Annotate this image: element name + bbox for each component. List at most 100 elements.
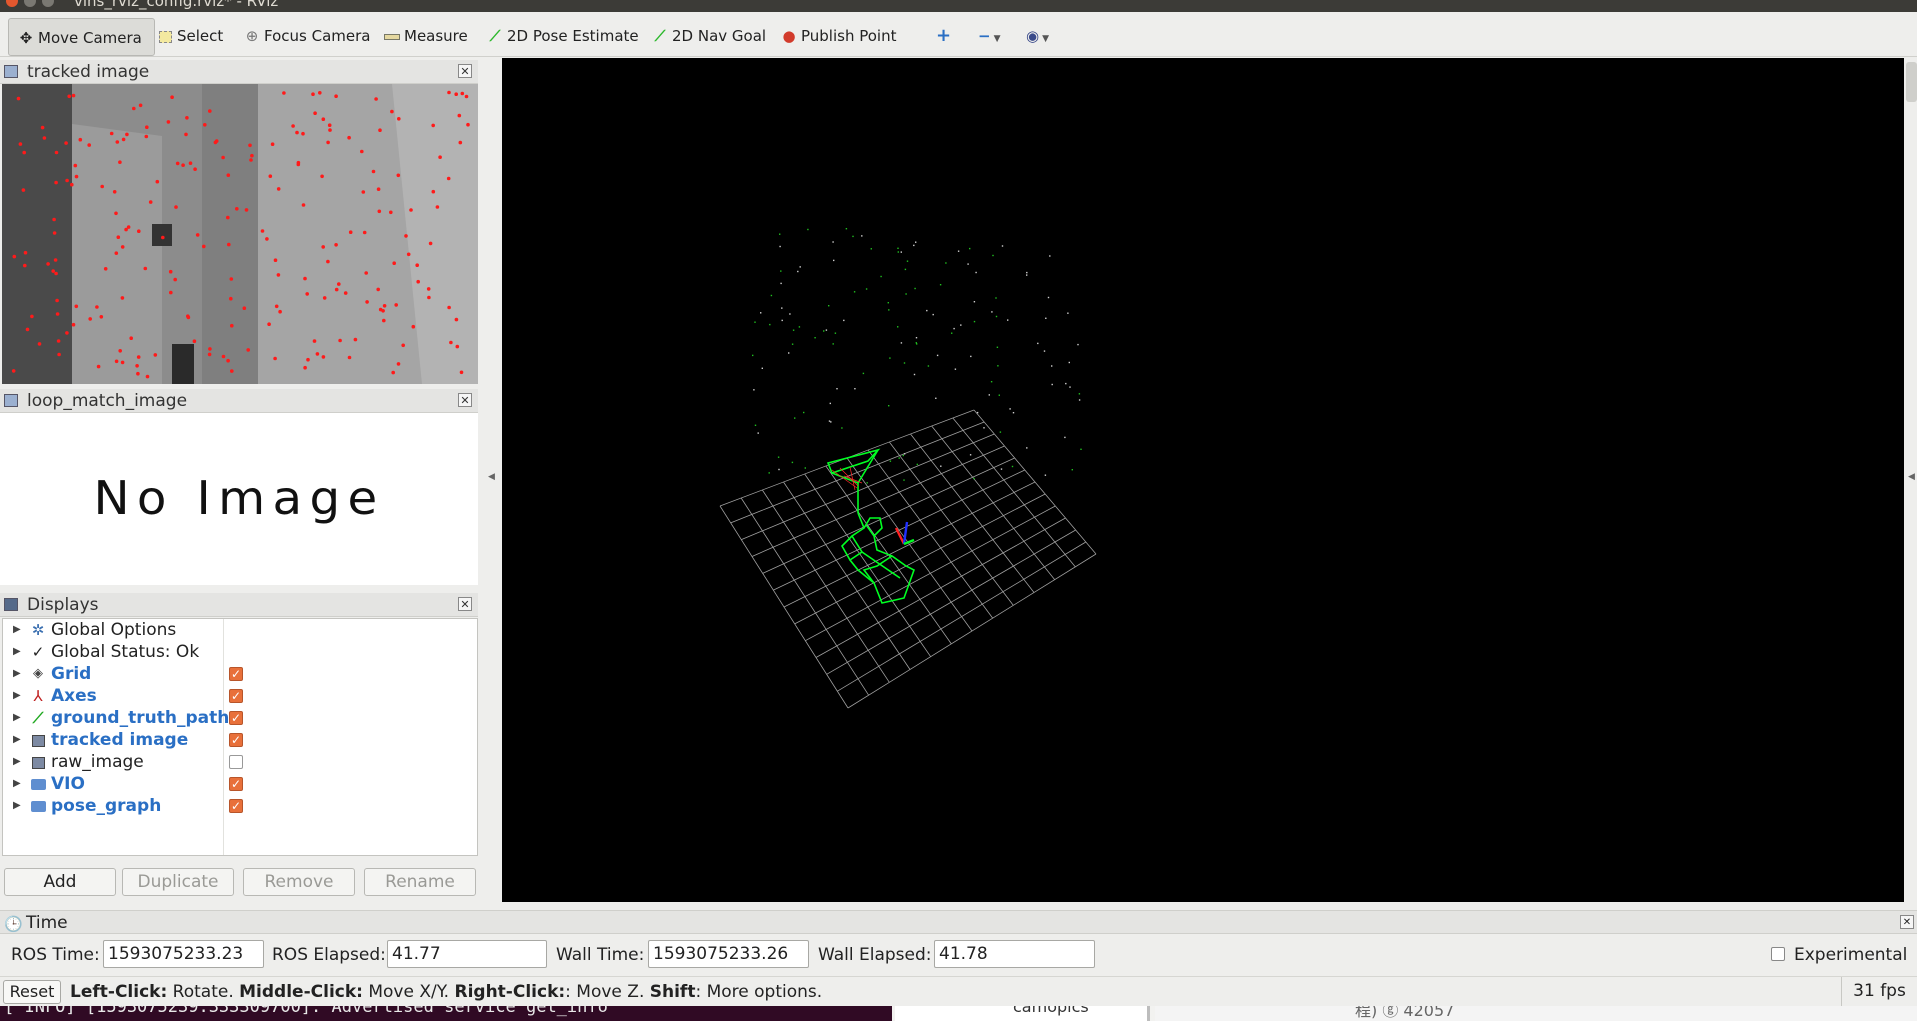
feature-point [37, 342, 42, 346]
rename-display-button[interactable]: Rename [364, 868, 476, 896]
expand-arrow-icon[interactable]: ▶ [13, 751, 21, 773]
expand-arrow-icon[interactable]: ▶ [13, 663, 21, 685]
expand-arrow-icon[interactable]: ▶ [13, 795, 21, 817]
3d-render-view[interactable] [502, 58, 1904, 902]
measure-button[interactable]: Measure [383, 24, 468, 48]
tree-row-axes[interactable]: ▶ ⅄ Axes [3, 685, 477, 707]
reset-button[interactable]: Reset [3, 980, 61, 1004]
feature-point [334, 94, 338, 98]
wall-elapsed-field[interactable]: 41.78 [934, 940, 1095, 968]
landmark-point [940, 465, 942, 467]
move-camera-label: Move Camera [38, 29, 142, 47]
maximize-window-button[interactable] [42, 0, 54, 7]
tree-row-tracked-image[interactable]: ▶ tracked image [3, 729, 477, 751]
expand-arrow-icon[interactable]: ▶ [13, 729, 21, 751]
background-window-middle[interactable]: camopics [895, 1006, 1150, 1021]
tree-row-vio[interactable]: ▶ VIO [3, 773, 477, 795]
add-tool-button[interactable]: + [936, 24, 951, 48]
collapse-right-icon[interactable]: ◀ [1908, 472, 1915, 482]
landmark-point [797, 270, 799, 273]
feature-point [382, 318, 386, 323]
remove-tool-button[interactable]: − ▼ [978, 24, 1001, 48]
minimize-window-button[interactable] [24, 0, 36, 7]
left-splitter-handle[interactable]: ◀ [484, 58, 500, 902]
collapse-left-icon[interactable]: ◀ [488, 472, 495, 482]
expand-arrow-icon[interactable]: ▶ [13, 773, 21, 795]
experimental-checkbox[interactable] [1771, 947, 1785, 961]
select-button[interactable]: Select [156, 24, 223, 48]
duplicate-display-button[interactable]: Duplicate [122, 868, 234, 896]
ground-truth-path-checkbox[interactable] [229, 707, 243, 729]
feature-point [376, 287, 381, 292]
landmark-point [996, 346, 999, 348]
tree-row-pose-graph[interactable]: ▶ pose_graph [3, 795, 477, 817]
image-icon [29, 729, 47, 751]
expand-arrow-icon[interactable]: ▶ [13, 641, 21, 663]
map-pin-icon: ● [782, 27, 796, 45]
feature-point [21, 188, 26, 192]
tree-row-global-status[interactable]: ▶ ✓ Global Status: Ok [3, 641, 477, 663]
feature-point [303, 276, 307, 281]
tree-row-ground-truth-path[interactable]: ▶ ⟋ ground_truth_path [3, 707, 477, 729]
grid-line [805, 505, 1056, 642]
feature-point [455, 344, 460, 349]
landmark-point [902, 454, 904, 457]
view-options-button[interactable]: ◉ ▼ [1026, 24, 1049, 48]
landmark-point [866, 482, 868, 484]
landmark-point [889, 460, 892, 462]
tree-row-global-options[interactable]: ▶ ✲ Global Options [3, 619, 477, 641]
feature-point [23, 263, 27, 268]
feature-point [65, 331, 69, 335]
close-window-button[interactable] [6, 0, 18, 7]
ros-elapsed-field[interactable]: 41.77 [387, 940, 547, 968]
expand-arrow-icon[interactable]: ▶ [13, 619, 21, 641]
pose-estimate-button[interactable]: ⟋ 2D Pose Estimate [486, 24, 639, 48]
ros-elapsed-label: ROS Elapsed: [272, 945, 386, 965]
landmark-point [1078, 399, 1081, 401]
publish-point-button[interactable]: ● Publish Point [780, 24, 896, 48]
grid-checkbox[interactable] [229, 663, 243, 685]
close-icon[interactable]: ✕ [458, 597, 472, 611]
terminal-window[interactable]: [ INFO] [1593075239.333309700]: Advertis… [0, 1006, 892, 1021]
axes-checkbox[interactable] [229, 685, 243, 707]
tree-row-raw-image[interactable]: ▶ raw_image [3, 751, 477, 773]
feature-point [411, 324, 416, 329]
feature-point [396, 173, 401, 178]
add-display-button[interactable]: Add [4, 868, 116, 896]
pose-graph-checkbox[interactable] [229, 795, 243, 817]
feature-point [121, 137, 126, 142]
feature-point [202, 244, 206, 249]
expand-arrow-icon[interactable]: ▶ [13, 707, 21, 729]
feature-point [57, 352, 61, 357]
feature-point [227, 242, 231, 247]
close-icon[interactable]: ✕ [458, 64, 472, 78]
background-window-right[interactable]: 程) ⓖ 42057 [1155, 1006, 1917, 1021]
landmark-point [1067, 312, 1069, 314]
landmark-point [1009, 408, 1011, 410]
move-camera-button[interactable]: ✥ Move Camera [8, 18, 155, 56]
feature-point [56, 339, 61, 343]
close-icon[interactable]: ✕ [1900, 915, 1914, 929]
feature-point [416, 279, 421, 284]
landmark-point [915, 337, 918, 339]
landmark-point [780, 282, 782, 285]
feature-point [328, 128, 332, 132]
tracked-image-checkbox[interactable] [229, 729, 243, 751]
close-icon[interactable]: ✕ [458, 393, 472, 407]
wall-time-field[interactable]: 1593075233.26 [648, 940, 809, 968]
raw-image-checkbox[interactable] [229, 755, 243, 769]
feature-point [74, 304, 79, 309]
remove-display-button[interactable]: Remove [243, 868, 355, 896]
feature-point [114, 359, 119, 364]
tree-row-grid[interactable]: ▶ ◈ Grid [3, 663, 477, 685]
vio-checkbox[interactable] [229, 773, 243, 795]
ros-time-field[interactable]: 1593075233.23 [103, 940, 264, 968]
landmark-point [1037, 342, 1039, 345]
expand-arrow-icon[interactable]: ▶ [13, 685, 21, 707]
nav-goal-button[interactable]: ⟋ 2D Nav Goal [651, 24, 766, 48]
right-splitter-handle[interactable]: ◀ [1906, 58, 1917, 902]
feature-point [458, 140, 463, 145]
hint-right-key: Right-Click: [454, 982, 566, 1002]
eye-icon: ◉ [1026, 27, 1040, 45]
focus-camera-button[interactable]: ⊕ Focus Camera [243, 24, 371, 48]
